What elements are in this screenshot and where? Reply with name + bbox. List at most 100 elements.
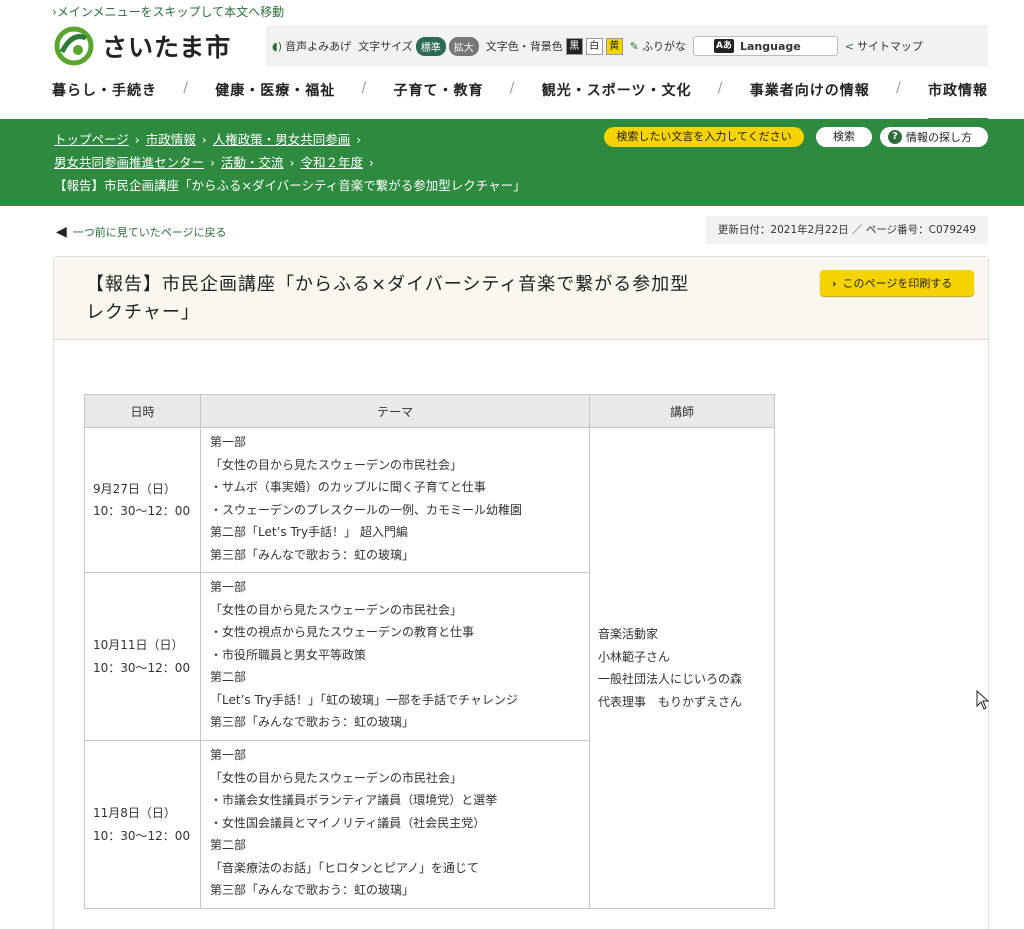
color-control: 文字色・背景色 黒 白 黄: [486, 37, 623, 55]
nav-item-childcare[interactable]: 子育て・教育: [394, 80, 484, 100]
theme-line: 「Let’s Try手話！」「虹の玻璃」一部を手話でチャレンジ: [210, 692, 518, 707]
time-text: 10：30〜12：00: [93, 828, 191, 843]
time-text: 10：30〜12：00: [93, 660, 191, 675]
theme-line: 第三部「みんなで歌おう：虹の玻璃」: [210, 547, 415, 562]
theme-line: 「女性の目から見たスウェーデンの市民社会」: [210, 770, 463, 785]
help-icon: ?: [888, 130, 902, 144]
back-link[interactable]: ◀ 一つ前に見ていたページに戻る: [56, 224, 227, 240]
back-link-label: 一つ前に見ていたページに戻る: [72, 226, 227, 239]
font-standard-button[interactable]: 標準: [415, 36, 446, 56]
voice-reader-label: 音声よみあげ: [285, 40, 352, 53]
chevron-right-icon: ›: [832, 276, 837, 290]
theme-line: 第二部: [210, 838, 247, 852]
theme-cell: 第一部 「女性の目から見たスウェーデンの市民社会」 ・サムボ（事実婚）のカップル…: [200, 427, 590, 573]
table-row: 9月27日（日） 10：30〜12：00 第一部 「女性の目から見たスウェーデン…: [84, 427, 775, 909]
site-name: さいたま市: [102, 33, 232, 62]
share-icon: <: [844, 39, 854, 53]
voice-reader-button[interactable]: ◖) 音声よみあげ: [272, 38, 351, 54]
nav-separator: /: [896, 80, 902, 96]
language-button[interactable]: Aあ Language: [692, 36, 838, 56]
breadcrumb-top[interactable]: トップページ: [54, 132, 129, 147]
nav-separator: /: [183, 80, 189, 96]
breadcrumb: トップページ › 市政情報 › 人権政策・男女共同参画 › 男女共同参画推進センター › 活動…: [54, 128, 594, 197]
theme-line: 「女性の目から見たスウェーデンの市民社会」: [210, 602, 463, 617]
mouse-cursor-icon: [976, 690, 990, 710]
nav-item-business[interactable]: 事業者向けの情報: [750, 80, 870, 100]
breadcrumb-band: トップページ › 市政情報 › 人権政策・男女共同参画 › 男女共同参画推進センター › 活動…: [0, 119, 1024, 206]
lecturer-line: 小林範子さん: [598, 649, 671, 664]
breadcrumb-human-rights[interactable]: 人権政策・男女共同参画: [213, 132, 351, 147]
breadcrumb-center[interactable]: 男女共同参画推進センター: [54, 155, 204, 170]
nav-item-health[interactable]: 健康・医療・福祉: [215, 80, 335, 100]
date-text: 9月27日（日）: [93, 481, 176, 496]
page-title: 【報告】市民企画講座「からふる×ダイバーシティ音楽で繋がる参加型 レクチャー」: [86, 271, 806, 327]
furigana-button[interactable]: ✎ ふりがな: [630, 38, 686, 54]
search-input[interactable]: 検索したい文言を入力してください: [604, 127, 804, 147]
search-button[interactable]: 検索: [816, 127, 872, 147]
theme-line: 第二部: [210, 670, 247, 684]
theme-line: ・女性の視点から見たスウェーデンの教育と仕事: [210, 625, 475, 639]
theme-line: 第一部: [210, 435, 247, 449]
nav-separator: /: [509, 80, 516, 96]
theme-cell: 第一部 「女性の目から見たスウェーデンの市民社会」 ・市議会女性議員ボランティア…: [200, 740, 590, 909]
howto-button[interactable]: ? 情報の探し方: [880, 127, 988, 147]
print-button-label: このページを印刷する: [842, 277, 953, 290]
speaker-icon: ◖): [272, 39, 283, 53]
breadcrumb-arrow: ›: [201, 132, 207, 147]
breadcrumb-city-info[interactable]: 市政情報: [146, 132, 196, 147]
sitemap-label: サイトマップ: [856, 40, 923, 53]
page-title-line: レクチャー」: [86, 302, 200, 323]
color-black-button[interactable]: 黒: [565, 37, 583, 55]
breadcrumb-activities[interactable]: 活動・交流: [221, 155, 284, 170]
table-header-row: 日時 テーマ 講師: [84, 394, 775, 428]
theme-line: 「女性の目から見たスウェーデンの市民社会」: [210, 457, 463, 472]
breadcrumb-arrow: ›: [134, 132, 140, 147]
pencil-icon: ✎: [629, 39, 639, 53]
lecturer-line: 一般社団法人にじいろの森: [598, 672, 743, 686]
breadcrumb-reiwa2[interactable]: 令和２年度: [301, 155, 364, 170]
breadcrumb-arrow: ›: [369, 155, 375, 170]
nav-item-tourism[interactable]: 観光・スポーツ・文化: [542, 80, 692, 100]
page-title-line: 【報告】市民企画講座「からふる×ダイバーシティ音楽で繋がる参加型: [86, 274, 690, 295]
city-emblem-icon: [54, 26, 94, 66]
nav-item-city-info[interactable]: 市政情報: [927, 80, 988, 122]
nav-separator: /: [361, 80, 368, 96]
color-yellow-button[interactable]: 黄: [605, 37, 623, 55]
date-text: 10月11日（日）: [93, 638, 184, 652]
column-header-date: 日時: [84, 394, 201, 428]
date-cell: 11月8日（日） 10：30〜12：00: [84, 740, 201, 909]
font-size-control: 文字サイズ 標準 拡大: [358, 36, 479, 56]
time-text: 10：30〜12：00: [93, 504, 191, 518]
column-header-theme: テーマ: [200, 394, 590, 428]
theme-line: ・女性国会議員とマイノリティ議員（社会民主党）: [210, 815, 486, 830]
date-cell: 10月11日（日） 10：30〜12：00: [84, 572, 201, 741]
article-header: 【報告】市民企画講座「からふる×ダイバーシティ音楽で繋がる参加型 レクチャー」 …: [54, 257, 988, 340]
global-nav: 暮らし・手続き / 健康・医療・福祉 / 子育て・教育 / 観光・スポーツ・文化…: [52, 80, 988, 122]
theme-line: ・市議会女性議員ボランティア議員（環境党）と選挙: [210, 793, 498, 807]
breadcrumb-current: 【報告】市民企画講座「からふる×ダイバーシティ音楽で繋がる参加型レクチャー」: [54, 178, 526, 193]
breadcrumb-arrow: ›: [210, 155, 216, 170]
howto-label: 情報の探し方: [906, 131, 972, 144]
article: 【報告】市民企画講座「からふる×ダイバーシティ音楽で繋がる参加型 レクチャー」 …: [53, 256, 989, 929]
nav-item-living[interactable]: 暮らし・手続き: [52, 80, 157, 100]
sitemap-link[interactable]: < サイトマップ: [845, 38, 923, 54]
skip-link[interactable]: ›メインメニューをスキップして本文へ移動: [52, 3, 284, 20]
lecturer-line: 代表理事 もりかずえさん: [598, 694, 743, 709]
nav-separator: /: [717, 80, 724, 96]
theme-cell: 第一部 「女性の目から見たスウェーデンの市民社会」 ・女性の視点から見たスウェー…: [200, 572, 590, 741]
site-logo[interactable]: さいたま市: [52, 26, 231, 66]
back-arrow-icon: ◀: [56, 224, 67, 240]
furigana-label: ふりがな: [641, 40, 686, 53]
theme-line: 「音楽療法のお話」「ヒロタンとピアノ」を通じて: [210, 860, 479, 875]
font-size-label: 文字サイズ: [358, 40, 413, 53]
color-white-button[interactable]: 白: [585, 37, 603, 55]
theme-line: 第一部: [210, 580, 247, 594]
column-header-lecturer: 講師: [589, 394, 775, 428]
breadcrumb-arrow: ›: [356, 132, 362, 147]
page-meta: 更新日付：2021年2月22日 ／ ページ番号：C079249: [706, 216, 988, 244]
font-large-button[interactable]: 拡大: [448, 36, 479, 56]
language-icon: Aあ: [713, 39, 734, 53]
theme-line: 第三部「みんなで歌おう：虹の玻璃」: [210, 715, 415, 729]
date-text: 11月8日（日）: [93, 806, 176, 820]
print-button[interactable]: › このページを印刷する: [820, 270, 974, 296]
